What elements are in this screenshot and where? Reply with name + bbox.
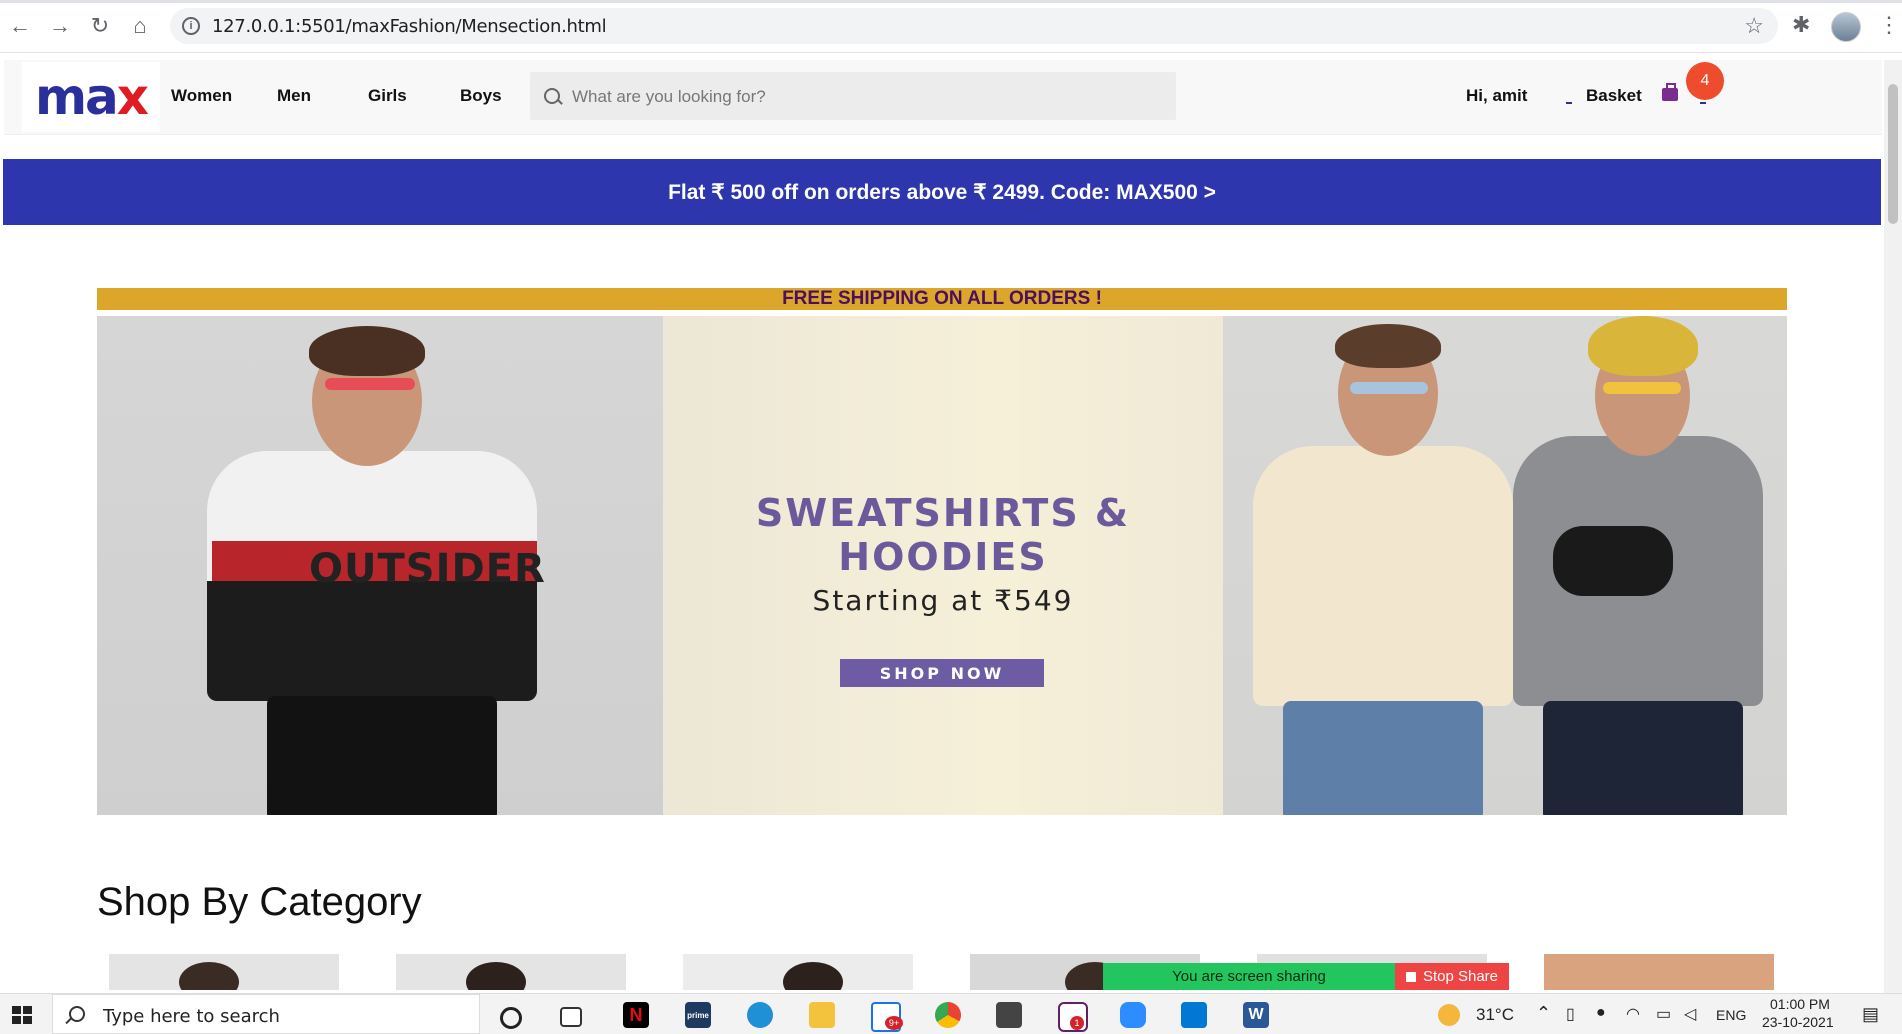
slack-badge: 1 — [1070, 1016, 1084, 1030]
prime-video-icon[interactable]: prime — [685, 1002, 711, 1028]
volume-icon[interactable]: ◁ — [1684, 1004, 1696, 1024]
extensions-icon[interactable]: ✱ — [1792, 12, 1810, 38]
taskbar-search-icon — [69, 1006, 85, 1022]
hero-heading-line2: HOODIES — [838, 535, 1048, 579]
task-view-icon[interactable] — [560, 1007, 582, 1027]
max-logo[interactable]: ma x — [22, 62, 160, 132]
cortana-icon[interactable] — [500, 1007, 522, 1029]
browser-toolbar: ← → ↻ ⌂ i 127.0.0.1:5501/maxFashion/Mens… — [0, 0, 1902, 53]
zoom-icon[interactable] — [1120, 1002, 1146, 1028]
taskbar-search[interactable]: Type here to search — [52, 994, 480, 1034]
calculator-icon[interactable] — [996, 1002, 1022, 1028]
stop-share-label: Stop Share — [1422, 968, 1499, 985]
battery-icon[interactable]: ▭ — [1656, 1004, 1671, 1024]
file-explorer-icon[interactable] — [809, 1002, 835, 1028]
windows-start-icon[interactable] — [12, 1006, 32, 1024]
tab-strip — [0, 0, 1902, 3]
nav-boys[interactable]: Boys — [460, 86, 502, 106]
hero-right-panel — [1223, 316, 1787, 815]
weather-temp[interactable]: 31°C — [1476, 1005, 1514, 1025]
category-card[interactable] — [683, 954, 913, 990]
word-icon[interactable]: W — [1243, 1002, 1269, 1028]
clock-date[interactable]: 23-10-2021 — [1762, 1014, 1834, 1030]
stop-share-button[interactable]: Stop Share — [1395, 963, 1509, 990]
search-icon — [544, 88, 560, 104]
divider-mark — [1700, 102, 1706, 104]
taskbar-search-placeholder: Type here to search — [103, 1006, 280, 1027]
basket-bag-icon[interactable] — [1662, 83, 1678, 101]
bookmark-star-icon[interactable]: ☆ — [1744, 13, 1764, 39]
site-info-icon[interactable]: i — [182, 17, 200, 35]
nav-women[interactable]: Women — [171, 86, 232, 106]
screen-share-status: You are screen sharing — [1103, 963, 1395, 990]
hero-subheading: Starting at ₹549 — [812, 584, 1074, 617]
notification-center-icon[interactable]: ▤ — [1862, 1004, 1879, 1025]
hero-heading-line1: SWEATSHIRTS & — [755, 491, 1131, 535]
hero-heading: SWEATSHIRTS & HOODIES — [663, 491, 1223, 579]
edge-icon[interactable] — [747, 1002, 773, 1028]
page-scrollbar[interactable] — [1884, 60, 1902, 993]
site-header: max Women Men Girls Boys Hi, amit Basket… — [4, 60, 1882, 135]
category-card[interactable] — [1544, 954, 1774, 990]
screen-share-status-text: You are screen sharing — [1172, 968, 1326, 985]
reload-button[interactable]: ↻ — [86, 12, 114, 40]
hero-banner[interactable]: OUTSIDER SWEATSHIRTS & HOODIES Starting … — [97, 316, 1787, 815]
stop-icon — [1405, 971, 1416, 982]
windows-taskbar: Type here to search N prime 9+ 1 W 31°C … — [0, 993, 1902, 1034]
profile-avatar[interactable] — [1831, 12, 1861, 42]
back-button[interactable]: ← — [6, 12, 34, 40]
basket-count-badge: 4 — [1686, 62, 1724, 100]
weather-icon — [1438, 1004, 1460, 1026]
browser-menu-icon[interactable]: ⋮ — [1878, 12, 1900, 38]
nav-men[interactable]: Men — [277, 86, 311, 106]
shop-by-category-title: Shop By Category — [97, 880, 422, 924]
category-card[interactable] — [396, 954, 626, 990]
vscode-icon[interactable] — [1181, 1002, 1207, 1028]
screen-share-bar: You are screen sharing Stop Share — [1103, 963, 1509, 990]
basket-link[interactable]: Basket — [1586, 86, 1642, 106]
url-text[interactable]: 127.0.0.1:5501/maxFashion/Mensection.htm… — [212, 16, 607, 37]
netflix-icon[interactable]: N — [623, 1002, 649, 1028]
wifi-icon[interactable]: ◠ — [1626, 1004, 1640, 1024]
user-greeting[interactable]: Hi, amit — [1466, 86, 1527, 106]
shop-now-button[interactable]: SHOP NOW — [840, 659, 1044, 687]
show-hidden-icons-chevron-icon[interactable]: ⌃ — [1536, 1003, 1551, 1024]
language-indicator[interactable]: ENG — [1716, 1007, 1746, 1023]
device-icon[interactable]: ▯ — [1566, 1004, 1575, 1024]
address-bar[interactable]: i 127.0.0.1:5501/maxFashion/Mensection.h… — [170, 8, 1778, 44]
forward-button[interactable]: → — [46, 12, 74, 40]
scrollbar-thumb[interactable] — [1888, 84, 1898, 224]
microphone-icon[interactable]: ● — [1596, 1004, 1606, 1022]
mail-badge: 9+ — [885, 1016, 903, 1030]
home-button[interactable]: ⌂ — [126, 12, 154, 40]
chrome-icon[interactable] — [935, 1002, 961, 1028]
divider-mark — [1566, 102, 1572, 104]
search-box — [530, 72, 1176, 122]
promo-banner[interactable]: Flat ₹ 500 off on orders above ₹ 2499. C… — [3, 159, 1881, 225]
hoodie-print-text: OUTSIDER — [309, 546, 546, 592]
clock-time[interactable]: 01:00 PM — [1770, 996, 1830, 1012]
category-card[interactable] — [109, 954, 339, 990]
category-carousel — [97, 954, 1787, 990]
hero-left-panel: OUTSIDER — [97, 316, 663, 815]
nav-girls[interactable]: Girls — [368, 86, 407, 106]
search-input[interactable] — [570, 72, 1164, 122]
free-shipping-banner: FREE SHIPPING ON ALL ORDERS ! — [97, 288, 1787, 310]
